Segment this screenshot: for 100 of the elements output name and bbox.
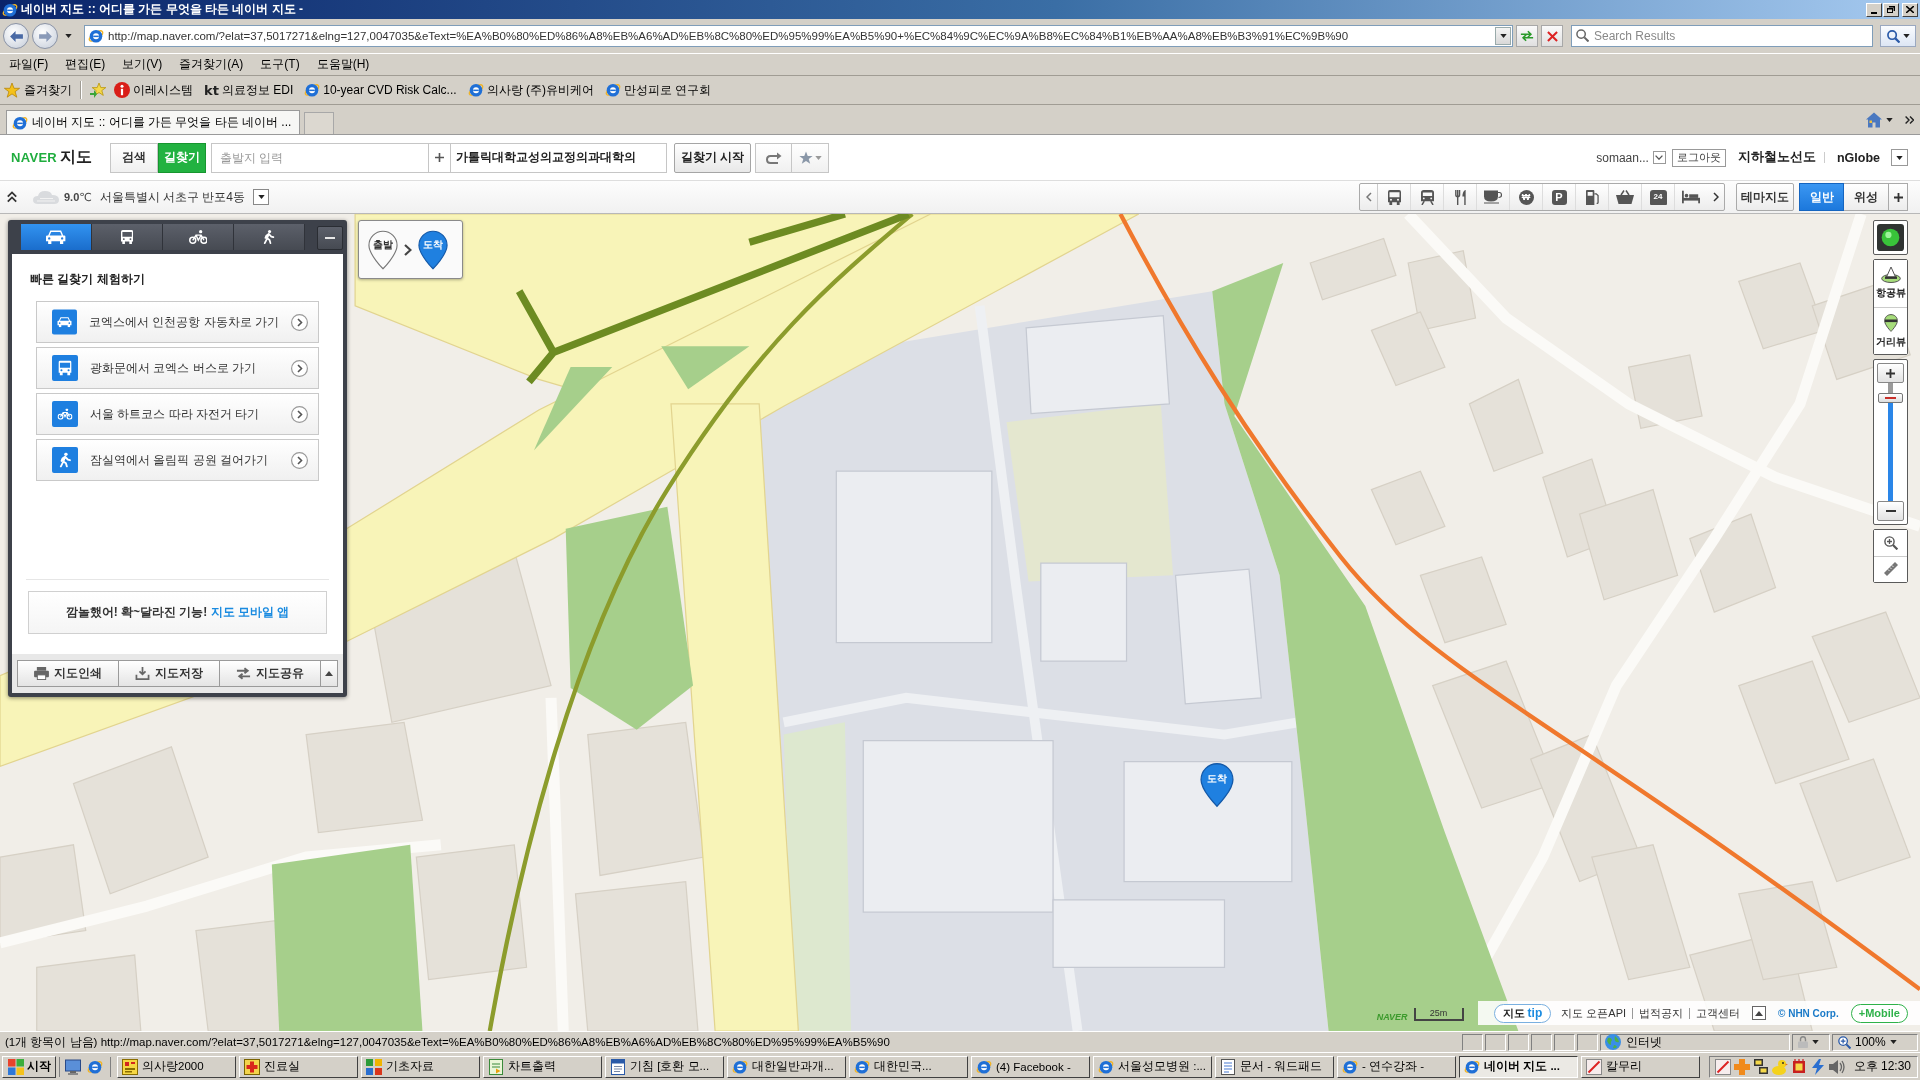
- caret-icon: [1902, 34, 1910, 38]
- restore-button[interactable]: [1883, 2, 1899, 17]
- return-route-button[interactable]: [755, 142, 792, 173]
- plus-icon: [435, 153, 444, 162]
- menu-item[interactable]: 즐겨찾기(A): [172, 54, 251, 75]
- taskbar-button[interactable]: - 연수강좌 -: [1337, 1055, 1456, 1078]
- footer-link[interactable]: 지도 오픈API: [1561, 1005, 1627, 1021]
- address-field[interactable]: http://map.naver.com/?elat=37,5017271&elng=127,0047035&eText=%EA%B0%80%ED%86%A8%EB%A6%AD%EB%8C%80%ED%95%99%EA%B5%90+%EC%84%9C%EC%9A%B8%EC%84%B1%EB%AA%A8%EB%B3%91%EC%9B%90: [84, 25, 1513, 47]
- taskbar-button[interactable]: 진료실: [239, 1055, 358, 1078]
- search-button[interactable]: [1880, 25, 1916, 47]
- browser-tab[interactable]: 네이버 지도 :: 어디를 가든 무엇을 타든 네이버 ...: [6, 110, 300, 134]
- collapse-button[interactable]: [5, 189, 19, 205]
- route-example-button[interactable]: 광화문에서 코엑스 버스로 가기: [36, 347, 319, 389]
- transport-tab[interactable]: [234, 224, 305, 250]
- favorite-link[interactable]: 10-year CVD Risk Calc...: [304, 82, 457, 98]
- transport-tab[interactable]: [163, 224, 234, 250]
- double-chevron-up-icon: [7, 191, 17, 203]
- map-type-tab[interactable]: 위성: [1844, 183, 1889, 211]
- theme-map-button[interactable]: 테마지도: [1736, 183, 1794, 211]
- browser-icon: [854, 1058, 870, 1075]
- taskbar-button[interactable]: 네이버 지도 ...: [1459, 1055, 1578, 1078]
- stop-button[interactable]: [1541, 25, 1563, 47]
- route-search-button[interactable]: 길찾기 시작: [674, 142, 751, 173]
- logout-button[interactable]: 로그아웃: [1671, 148, 1726, 167]
- destination-field[interactable]: 가톨릭대학교성의교정의과대학의: [450, 142, 667, 173]
- route-example-button[interactable]: 서울 하트코스 따라 자전거 타기: [36, 393, 319, 435]
- triangle-up-icon: [325, 671, 333, 676]
- protected-mode-button[interactable]: [1792, 1033, 1830, 1051]
- minimize-panel-button[interactable]: [317, 226, 343, 250]
- user-menu-button[interactable]: [1652, 151, 1666, 164]
- taskbar-button[interactable]: 대한일반과개...: [727, 1055, 846, 1078]
- chevron-circle-icon: [291, 405, 308, 423]
- start-marker[interactable]: 출발: [368, 229, 398, 270]
- close-button[interactable]: [1902, 2, 1918, 17]
- back-button[interactable]: [3, 23, 29, 49]
- print-map-button[interactable]: 지도인쇄: [17, 660, 118, 687]
- transport-tab[interactable]: [92, 224, 163, 250]
- menu-item[interactable]: 도구(T): [253, 54, 307, 75]
- start-field[interactable]: 출발지 입력: [211, 142, 429, 173]
- address-dropdown-button[interactable]: [1495, 27, 1511, 45]
- more-tools-button[interactable]: [1905, 115, 1914, 124]
- temperature: 9.0℃: [64, 190, 92, 204]
- taskbar-button[interactable]: 의사랑2000: [117, 1055, 236, 1078]
- category-button[interactable]: P: [1542, 184, 1575, 210]
- header-link[interactable]: nGlobe: [1836, 150, 1880, 165]
- refresh-button[interactable]: [1516, 25, 1538, 47]
- add-stop-button[interactable]: [429, 142, 450, 173]
- taskbar-button[interactable]: 대한민국...: [849, 1055, 968, 1078]
- expand-button[interactable]: [1752, 1006, 1767, 1020]
- favorite-link[interactable]: 이레시스템: [114, 81, 193, 99]
- street-view-button[interactable]: 거리뷰: [1874, 307, 1907, 354]
- taskbar-button[interactable]: 문서 - 워드패드: [1215, 1055, 1334, 1078]
- favorite-link[interactable]: kt 의료정보 EDI: [204, 81, 294, 99]
- map-tip-button[interactable]: 지도 tip: [1493, 1003, 1552, 1023]
- start-button[interactable]: 시작: [2, 1055, 56, 1078]
- cup-icon: [1484, 190, 1502, 204]
- destination-marker[interactable]: 도착: [1200, 762, 1234, 808]
- minimize-button[interactable]: [1866, 2, 1882, 17]
- taskbar-button[interactable]: 기침 [호환 모...: [605, 1055, 724, 1078]
- menu-item[interactable]: 편집(E): [58, 54, 113, 75]
- taskbar-button[interactable]: 서울성모병원 :...: [1093, 1055, 1212, 1078]
- mode-tab[interactable]: 검색: [110, 142, 158, 173]
- share-map-button[interactable]: 지도공유: [219, 660, 320, 687]
- menu-item[interactable]: 보기(V): [115, 54, 170, 75]
- search-field[interactable]: Search Results: [1571, 25, 1873, 47]
- taskbar-button[interactable]: 차트출력: [483, 1055, 602, 1078]
- measure-button[interactable]: [1874, 555, 1907, 582]
- zoom-slider-handle[interactable]: [1878, 393, 1903, 404]
- taskbar-button[interactable]: 칼무리: [1581, 1055, 1700, 1078]
- route-example-button[interactable]: 코엑스에서 인천공항 자동차로 가기: [36, 301, 319, 343]
- favorite-button[interactable]: [792, 142, 829, 173]
- favorite-link[interactable]: 만성피로 연구회: [604, 81, 712, 99]
- save-map-button[interactable]: 지도저장: [118, 660, 219, 687]
- category-button[interactable]: ₩: [1509, 184, 1542, 210]
- route-example-button[interactable]: 잠실역에서 올림픽 공원 걸어가기: [36, 439, 319, 481]
- footer-link[interactable]: 법적공지: [1639, 1005, 1684, 1021]
- location-dropdown-button[interactable]: [253, 189, 269, 205]
- footer-link[interactable]: 고객센터: [1696, 1005, 1741, 1021]
- more-menu-button[interactable]: [1891, 149, 1908, 166]
- menu-item[interactable]: 파일(F): [2, 54, 56, 75]
- show-desktop-button[interactable]: [64, 1056, 82, 1077]
- end-marker[interactable]: 도착: [418, 229, 448, 270]
- favorite-link[interactable]: 의사랑 (주)유비케어: [467, 81, 594, 99]
- transport-tab[interactable]: [21, 224, 92, 250]
- menu-item[interactable]: 도움말(H): [309, 54, 377, 75]
- taskbar-button[interactable]: (4) Facebook -: [971, 1055, 1090, 1078]
- user-name-link[interactable]: somaan...: [1596, 150, 1649, 165]
- favorites-button[interactable]: 즐겨찾기: [4, 81, 72, 99]
- zoom-out-button[interactable]: [1877, 501, 1904, 521]
- site-logo[interactable]: NAVER 지도: [11, 147, 103, 168]
- header-link[interactable]: 지하철노선도: [1737, 149, 1816, 166]
- zoom-in-button[interactable]: [1877, 363, 1904, 383]
- page-zoom-button[interactable]: 100%: [1832, 1033, 1918, 1051]
- home-button[interactable]: [1866, 111, 1893, 128]
- traffic-button[interactable]: [1873, 220, 1908, 255]
- map-type-tab[interactable]: 일반: [1799, 183, 1844, 211]
- add-layer-button[interactable]: [1889, 183, 1908, 211]
- category-button[interactable]: 24: [1641, 184, 1674, 210]
- taskbar-button[interactable]: 기초자료: [361, 1055, 480, 1078]
- expand-panel-button[interactable]: [320, 660, 338, 687]
